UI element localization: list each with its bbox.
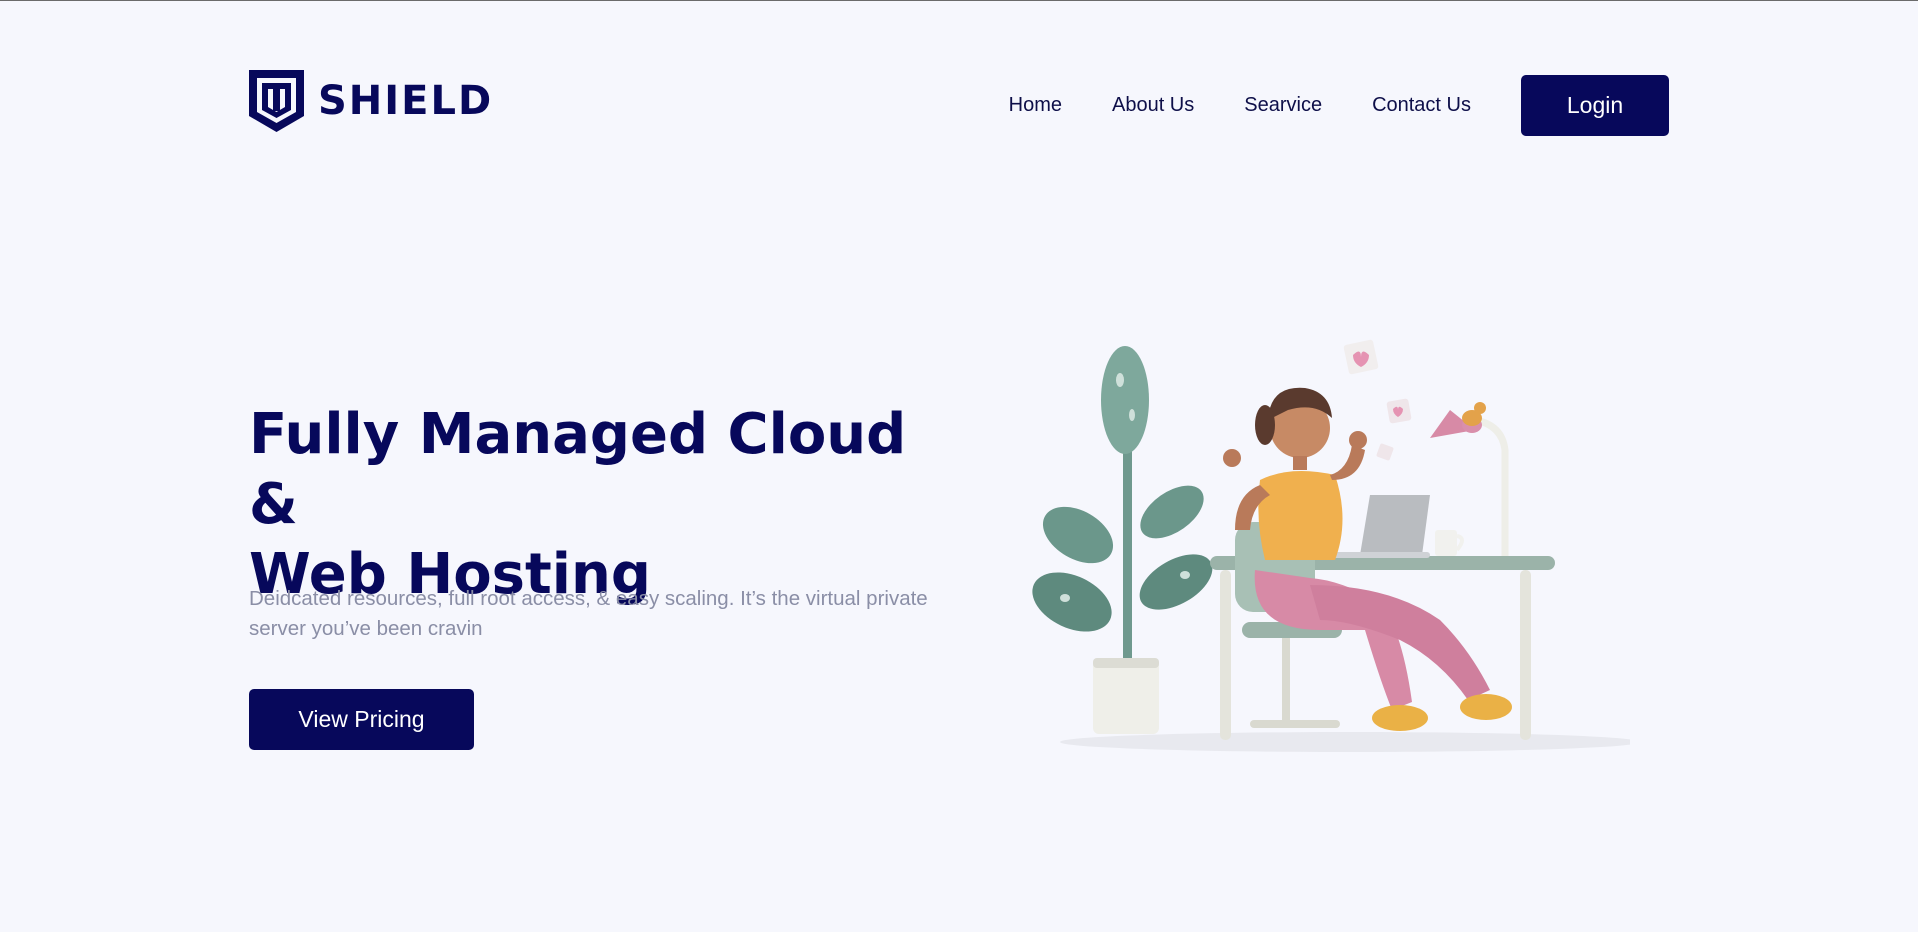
hero-title-line-1: Fully Managed Cloud & (249, 402, 907, 537)
main-nav: Home About Us Searvice Contact Us Login (1009, 75, 1669, 136)
brand-logo[interactable]: SHIELD (249, 70, 493, 132)
brand-name: SHIELD (318, 78, 494, 124)
woman-at-desk-illustration (1020, 330, 1630, 770)
nav-link-contact-us[interactable]: Contact Us (1372, 94, 1471, 117)
shield-logo-icon (249, 70, 304, 132)
view-pricing-button[interactable]: View Pricing (249, 689, 474, 750)
top-border (0, 0, 1918, 1)
hero-description: Deidcated resources, full root access, &… (249, 587, 928, 640)
nav-link-home[interactable]: Home (1009, 94, 1062, 117)
nav-link-about-us[interactable]: About Us (1112, 94, 1194, 117)
hero-title: Fully Managed Cloud & Web Hosting (249, 400, 969, 610)
login-button[interactable]: Login (1521, 75, 1669, 136)
nav-link-service[interactable]: Searvice (1244, 94, 1322, 117)
